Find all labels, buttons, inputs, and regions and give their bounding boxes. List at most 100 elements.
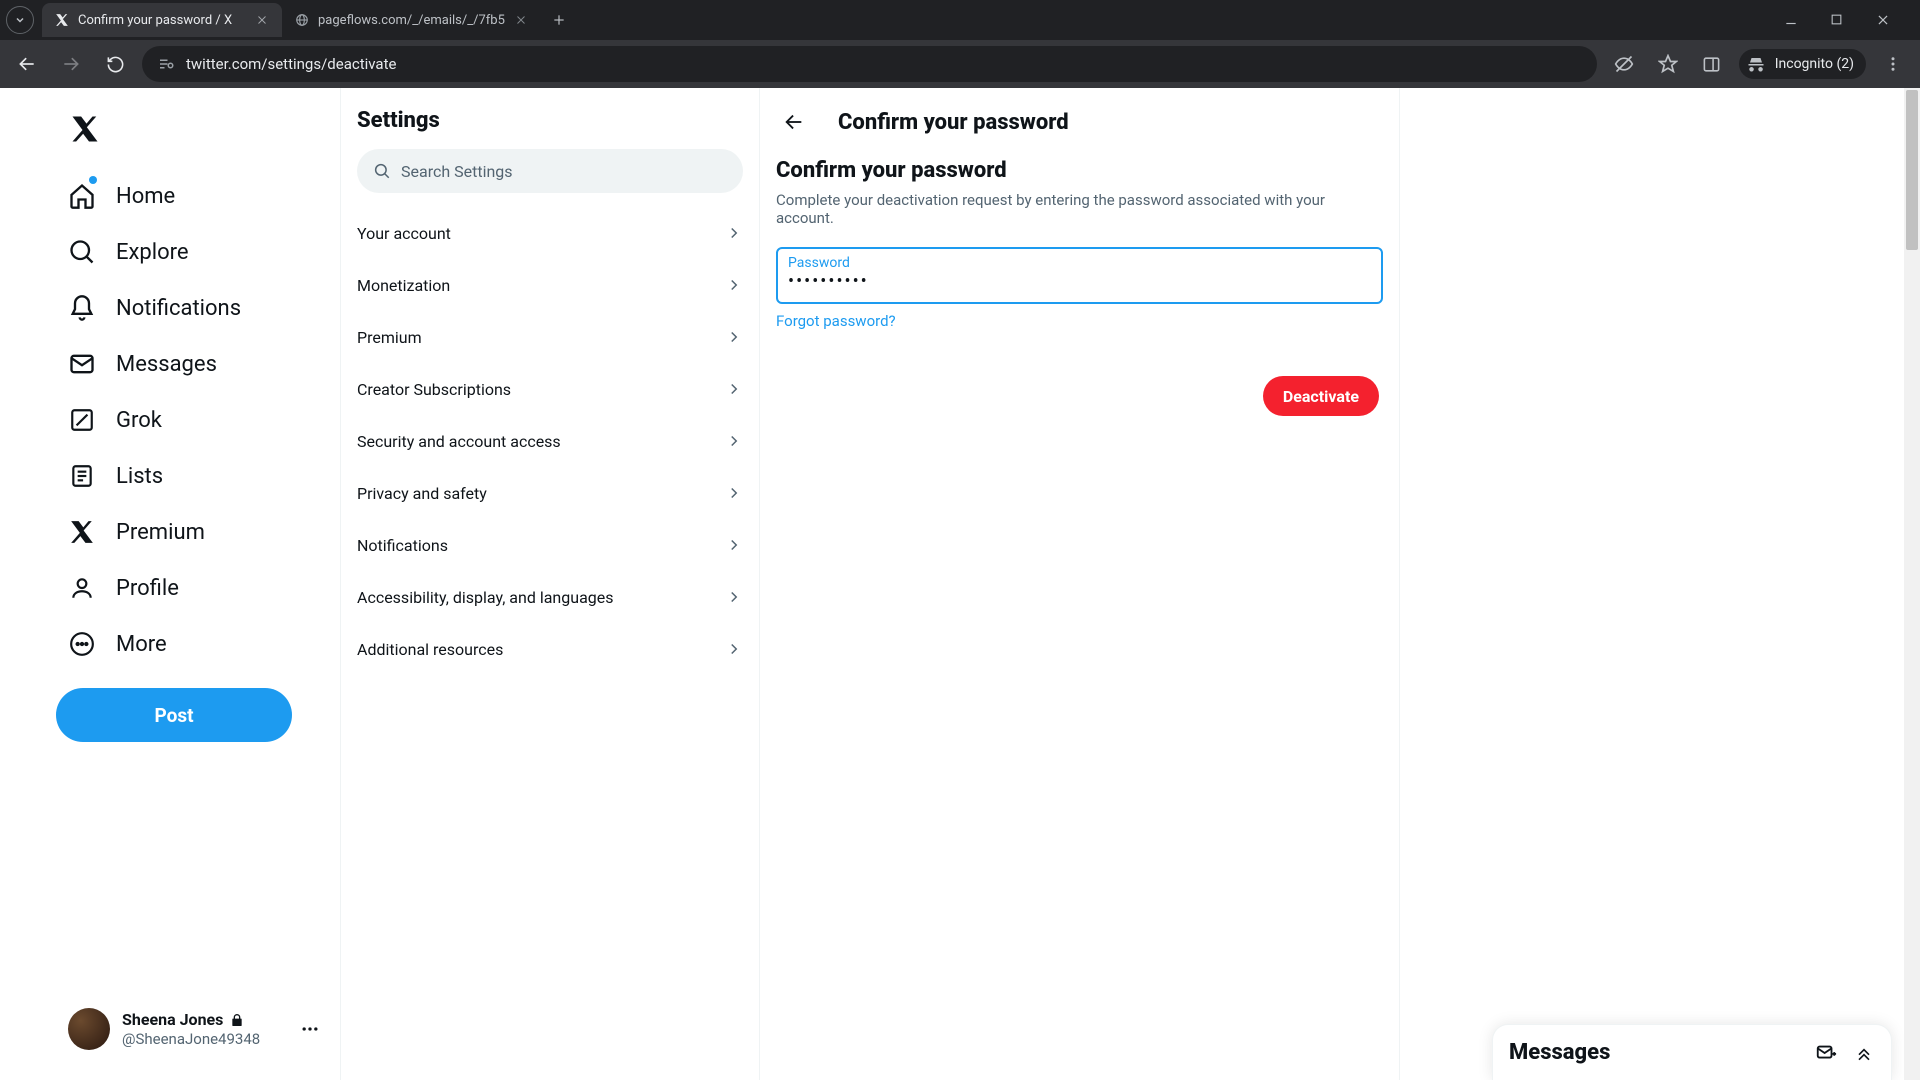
- x-favicon-icon: [54, 12, 70, 28]
- chevron-right-icon: [725, 640, 743, 658]
- incognito-icon: [1745, 53, 1767, 75]
- chevron-right-icon: [725, 484, 743, 502]
- toolbar-right-icons: Incognito (2): [1607, 47, 1910, 81]
- bookmark-star-icon[interactable]: [1651, 47, 1685, 81]
- mail-icon: [68, 350, 96, 378]
- settings-item-label: Additional resources: [357, 640, 503, 659]
- nav-messages[interactable]: Messages: [56, 336, 332, 392]
- primary-nav: Home Explore Notifications Messages Grok: [0, 88, 340, 1080]
- profile-icon: [68, 574, 96, 602]
- messages-drawer-title: Messages: [1509, 1040, 1610, 1065]
- messages-drawer[interactable]: Messages: [1492, 1024, 1892, 1080]
- tab-strip: Confirm your password / X pageflows.com/…: [0, 0, 1920, 40]
- tab-close-icon[interactable]: [513, 12, 529, 28]
- scrollbar[interactable]: [1904, 88, 1920, 1080]
- settings-item-label: Your account: [357, 224, 451, 243]
- chevron-right-icon: [725, 588, 743, 606]
- globe-favicon-icon: [294, 12, 310, 28]
- window-close-button[interactable]: [1876, 13, 1900, 27]
- settings-item-label: Creator Subscriptions: [357, 380, 511, 399]
- settings-item-accessibility[interactable]: Accessibility, display, and languages: [341, 571, 759, 623]
- settings-item-creator-subscriptions[interactable]: Creator Subscriptions: [341, 363, 759, 415]
- confirm-password-heading: Confirm your password: [776, 158, 1383, 183]
- nav-back-button[interactable]: [10, 47, 44, 81]
- lock-icon: [229, 1012, 245, 1028]
- kebab-menu-icon[interactable]: [1876, 47, 1910, 81]
- detail-column: Confirm your password Confirm your passw…: [760, 88, 1400, 1080]
- settings-item-monetization[interactable]: Monetization: [341, 259, 759, 311]
- x-logo-icon[interactable]: [60, 104, 110, 154]
- nav-label: Premium: [116, 520, 205, 545]
- site-info-icon[interactable]: [156, 54, 176, 74]
- incognito-chip[interactable]: Incognito (2): [1739, 49, 1866, 79]
- nav-premium[interactable]: Premium: [56, 504, 332, 560]
- side-panel-icon[interactable]: [1695, 47, 1729, 81]
- account-text: Sheena Jones @SheenaJone49348: [122, 1010, 260, 1047]
- settings-item-additional[interactable]: Additional resources: [341, 623, 759, 675]
- home-icon: [68, 182, 96, 210]
- settings-title: Settings: [341, 98, 759, 149]
- new-tab-button[interactable]: [545, 6, 573, 34]
- nav-label: Notifications: [116, 296, 241, 321]
- nav-reload-button[interactable]: [98, 47, 132, 81]
- detail-header: Confirm your password: [760, 96, 1399, 154]
- account-switcher[interactable]: Sheena Jones @SheenaJone49348: [56, 998, 332, 1060]
- settings-item-notifications[interactable]: Notifications: [341, 519, 759, 571]
- post-button[interactable]: Post: [56, 688, 292, 742]
- tab-title: pageflows.com/_/emails/_/7fb5: [318, 13, 505, 28]
- settings-item-label: Premium: [357, 328, 422, 347]
- nav-profile[interactable]: Profile: [56, 560, 332, 616]
- deactivate-button[interactable]: Deactivate: [1263, 376, 1379, 416]
- password-input[interactable]: [788, 271, 1371, 292]
- browser-tab-active[interactable]: Confirm your password / X: [42, 3, 282, 37]
- settings-item-privacy[interactable]: Privacy and safety: [341, 467, 759, 519]
- search-icon: [68, 238, 96, 266]
- password-field[interactable]: Password: [776, 247, 1383, 304]
- nav-notifications[interactable]: Notifications: [56, 280, 332, 336]
- settings-item-premium[interactable]: Premium: [341, 311, 759, 363]
- browser-chrome: Confirm your password / X pageflows.com/…: [0, 0, 1920, 88]
- settings-item-label: Privacy and safety: [357, 484, 487, 503]
- confirm-password-description: Complete your deactivation request by en…: [776, 191, 1383, 227]
- nav-forward-button[interactable]: [54, 47, 88, 81]
- browser-tab[interactable]: pageflows.com/_/emails/_/7fb5: [282, 3, 541, 37]
- settings-item-security[interactable]: Security and account access: [341, 415, 759, 467]
- nav-label: More: [116, 632, 167, 657]
- nav-label: Explore: [116, 240, 189, 265]
- settings-search-input[interactable]: [401, 162, 727, 181]
- bell-icon: [68, 294, 96, 322]
- chevron-right-icon: [725, 380, 743, 398]
- nav-more[interactable]: More: [56, 616, 332, 672]
- detail-title: Confirm your password: [838, 110, 1069, 135]
- nav-home[interactable]: Home: [56, 168, 332, 224]
- scrollbar-thumb[interactable]: [1906, 90, 1918, 250]
- chevron-right-icon: [725, 432, 743, 450]
- tab-close-icon[interactable]: [254, 12, 270, 28]
- ellipsis-icon[interactable]: [300, 1019, 320, 1039]
- notification-dot-icon: [89, 176, 97, 184]
- back-button[interactable]: [776, 104, 812, 140]
- tab-search-button[interactable]: [6, 6, 34, 34]
- tab-title: Confirm your password / X: [78, 13, 246, 28]
- nav-explore[interactable]: Explore: [56, 224, 332, 280]
- grok-icon: [68, 406, 96, 434]
- address-bar[interactable]: twitter.com/settings/deactivate: [142, 46, 1597, 82]
- lists-icon: [68, 462, 96, 490]
- x-icon: [68, 518, 96, 546]
- nav-lists[interactable]: Lists: [56, 448, 332, 504]
- new-message-icon[interactable]: [1815, 1042, 1837, 1064]
- forgot-password-link[interactable]: Forgot password?: [776, 312, 896, 330]
- settings-item-label: Accessibility, display, and languages: [357, 588, 614, 607]
- nav-grok[interactable]: Grok: [56, 392, 332, 448]
- eye-off-icon[interactable]: [1607, 47, 1641, 81]
- incognito-label: Incognito (2): [1775, 56, 1854, 72]
- settings-search[interactable]: [357, 149, 743, 193]
- avatar: [68, 1008, 110, 1050]
- password-label: Password: [788, 255, 1371, 271]
- settings-item-label: Notifications: [357, 536, 448, 555]
- window-minimize-button[interactable]: [1784, 13, 1808, 27]
- expand-drawer-icon[interactable]: [1853, 1042, 1875, 1064]
- settings-item-your-account[interactable]: Your account: [341, 207, 759, 259]
- browser-toolbar: twitter.com/settings/deactivate Incognit…: [0, 40, 1920, 88]
- window-maximize-button[interactable]: [1830, 13, 1854, 27]
